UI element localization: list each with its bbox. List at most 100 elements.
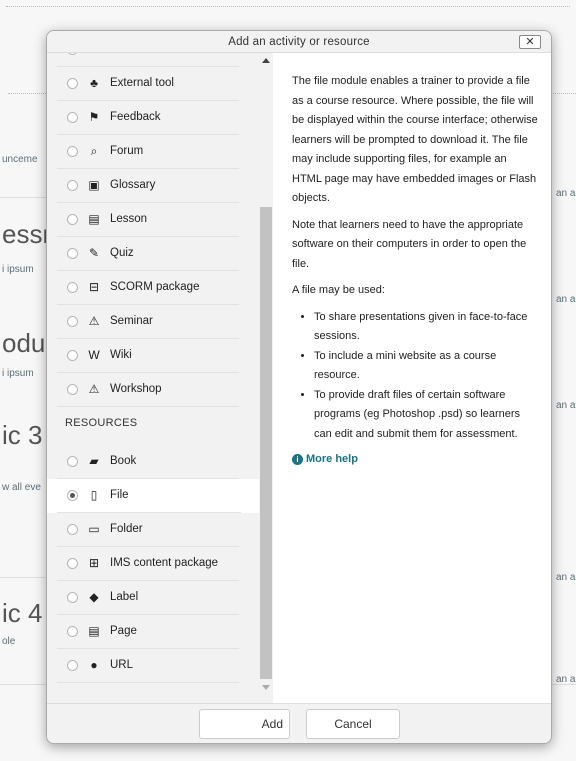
option-lesson[interactable]: ▤ Lesson [47,203,257,237]
option-label: Page [110,625,137,637]
cancel-button[interactable]: Cancel [306,709,400,739]
dialog-header: Add an activity or resource ✕ [47,31,551,53]
activity-list-panel: ☰ Database ♣ External tool ⚑ Feedback ⌕ Forum ▣ G… [47,53,273,703]
option-label: Database [110,53,159,55]
option-glossary[interactable]: ▣ Glossary [47,169,257,203]
radio-button[interactable] [67,626,78,637]
radio-button[interactable] [67,592,78,603]
close-button[interactable]: ✕ [519,35,541,49]
ims-package-icon: ⊞ [88,556,100,570]
workshop-icon: ⚠ [88,382,100,396]
option-external-tool[interactable]: ♣ External tool [47,67,257,101]
radio-button[interactable] [67,112,78,123]
background-link-fragment: an a [556,294,576,305]
option-label: Folder [110,523,143,535]
option-label: Forum [110,145,144,157]
radio-button[interactable] [67,146,78,157]
option-label: SCORM package [110,281,200,293]
background-text-fragment: i ipsum [2,264,34,275]
top-dotted-divider [6,6,570,7]
background-text-fragment: odu [2,328,46,358]
radio-button[interactable] [67,350,78,361]
chat-icon: ⌕ [90,144,98,158]
radio-button[interactable] [67,78,78,89]
option-folder[interactable]: ▭ Folder [47,513,257,547]
file-icon: ▯ [90,488,98,502]
option-scorm-package[interactable]: ⊟ SCORM package [47,271,257,305]
radio-button[interactable] [67,248,78,259]
option-seminar[interactable]: ⚠ Seminar [47,305,257,339]
add-button[interactable]: Add [199,709,290,739]
radio-button[interactable] [67,384,78,395]
more-help-label: More help [306,453,358,465]
usage-list-item: To provide draft files of certain softwa… [314,386,539,445]
radio-button[interactable] [67,316,78,327]
description-paragraph: The file module enables a trainer to pro… [292,75,538,204]
option-label: URL [110,659,134,671]
radio-button[interactable] [67,490,78,501]
description-paragraph: Note that learners need to have the appr… [292,218,527,270]
radio-button[interactable] [67,53,78,55]
option-label: Book [110,455,137,467]
option-page[interactable]: ▤ Page [47,615,257,649]
scrollbar-thumb[interactable] [260,207,272,679]
radio-button[interactable] [67,282,78,293]
background-text-fragment: w all eve [2,482,41,493]
option-label: File [110,489,129,501]
wiki-icon: W [88,348,100,362]
radio-button[interactable] [67,524,78,535]
page-icon: ▤ [88,624,100,638]
option-label: Workshop [110,383,162,395]
dotted-divider [8,93,48,94]
background-text-fragment: unceme [2,154,38,165]
option-wiki[interactable]: W Wiki [47,339,257,373]
background-link-fragment: an a [556,188,576,199]
option-label[interactable]: ◆ Label [47,581,257,615]
lesson-icon: ▤ [88,212,100,226]
description-panel: The file module enables a trainer to pro… [275,53,551,703]
option-label: Glossary [110,179,156,191]
option-file[interactable]: ▯ File [47,479,259,513]
description-paragraph: A file may be used: [292,284,385,296]
background-text-fragment: ic 3 [2,420,43,450]
option-label: Lesson [110,213,148,225]
option-label: Seminar [110,315,153,327]
tag-icon: ◆ [89,590,99,604]
section-divider [0,684,48,685]
radio-button[interactable] [67,456,78,467]
info-icon: i [292,454,303,466]
usage-list-item: To share presentations given in face-to-… [314,308,539,347]
radio-button[interactable] [67,180,78,191]
option-label: IMS content package [110,557,219,569]
section-divider [0,577,48,578]
puzzle-icon: ♣ [90,76,98,90]
row-divider [57,406,239,407]
option-ims-content-package[interactable]: ⊞ IMS content package [47,547,257,581]
option-feedback[interactable]: ⚑ Feedback [47,101,257,135]
add-activity-dialog: Add an activity or resource ✕ ☰ Database ♣… [46,30,552,744]
megaphone-icon: ⚑ [88,110,100,124]
option-label: Label [110,591,139,603]
option-book[interactable]: ▰ Book [47,445,257,479]
book-glossary-icon: ▣ [88,178,100,192]
seminar-icon: ⚠ [88,314,100,328]
dialog-footer: Add Cancel [47,703,551,743]
usage-list-item: To include a mini website as a course re… [314,347,539,386]
globe-icon: ● [90,658,98,672]
resources-heading: RESOURCES [65,417,138,429]
dotted-divider [550,93,576,94]
more-help-link[interactable]: i More help [292,450,539,470]
option-url[interactable]: ● URL [47,649,257,683]
radio-button[interactable] [67,660,78,671]
option-forum[interactable]: ⌕ Forum [47,135,257,169]
radio-button[interactable] [67,214,78,225]
book-icon: ▰ [89,454,99,468]
option-database[interactable]: ☰ Database [47,53,257,67]
scroll-down-arrow[interactable] [262,685,270,690]
option-quiz[interactable]: ✎ Quiz [47,237,257,271]
database-icon: ☰ [87,53,101,56]
radio-button[interactable] [67,558,78,569]
option-workshop[interactable]: ⚠ Workshop [47,373,257,407]
scroll-up-arrow[interactable] [262,58,270,63]
dialog-title: Add an activity or resource [228,36,370,48]
